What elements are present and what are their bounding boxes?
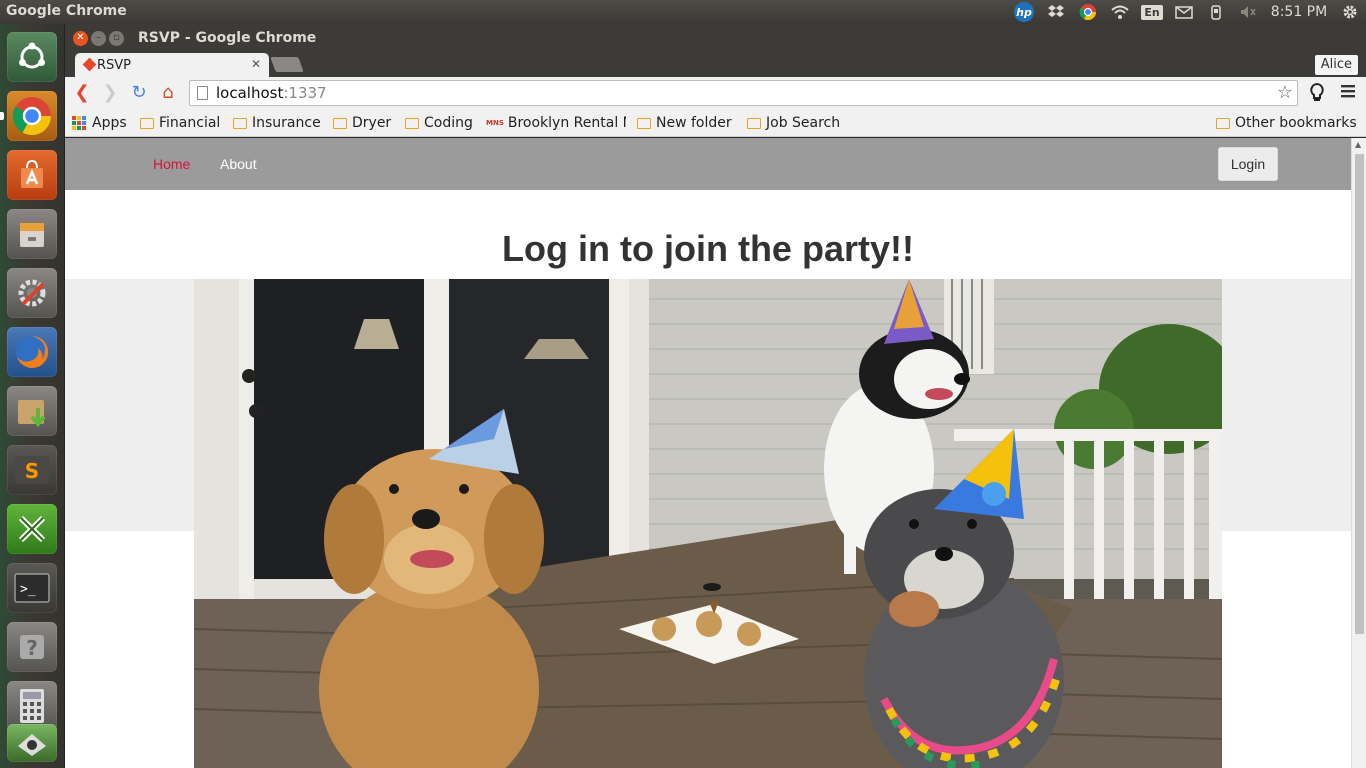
bookmark-financial[interactable]: Financial bbox=[140, 114, 220, 132]
sublime-glyph: S bbox=[25, 459, 39, 483]
help-glyph: ? bbox=[26, 636, 38, 660]
window-titlebar: ✕ – ▫ RSVP - Google Chrome bbox=[65, 24, 1366, 52]
nav-home-link[interactable]: Home bbox=[153, 156, 190, 172]
sublime-text-icon[interactable]: S bbox=[7, 445, 57, 495]
bookmark-job-search[interactable]: Job Search bbox=[747, 114, 840, 132]
mns-favicon: MNS bbox=[486, 119, 504, 127]
page-viewport: Home About Login Log in to join the part… bbox=[65, 138, 1351, 768]
tab-title: RSVP bbox=[97, 58, 132, 73]
bookmark-apps[interactable]: Apps bbox=[72, 114, 127, 132]
lightbulb-extension-icon[interactable] bbox=[1309, 82, 1325, 108]
party-dogs-photo bbox=[194, 279, 1222, 768]
folder-icon bbox=[1216, 117, 1230, 129]
chrome-window: ✕ – ▫ RSVP - Google Chrome RSVP ✕ Alice … bbox=[65, 24, 1366, 768]
window-title: RSVP - Google Chrome bbox=[138, 30, 317, 46]
workspace-switcher-icon[interactable] bbox=[7, 724, 57, 762]
wifi-icon[interactable] bbox=[1104, 0, 1136, 24]
apps-grid-icon bbox=[72, 116, 86, 130]
bookmark-dryer[interactable]: Dryer bbox=[333, 114, 391, 132]
bookmark-new-folder[interactable]: New folder bbox=[637, 114, 732, 132]
folder-icon bbox=[405, 117, 419, 129]
bookmarks-bar: Apps Financial Insurance Dryer Coding MN… bbox=[65, 109, 1366, 137]
bookmark-brooklyn-rental[interactable]: MNS Brooklyn Rental M bbox=[486, 114, 626, 132]
url-port: :1337 bbox=[283, 84, 327, 102]
mail-icon[interactable] bbox=[1168, 0, 1200, 24]
session-gear-icon[interactable] bbox=[1334, 0, 1366, 24]
favicon-icon bbox=[82, 57, 97, 72]
address-bar[interactable]: localhost:1337 ☆ bbox=[189, 80, 1298, 106]
keyboard-layout-indicator[interactable]: En bbox=[1136, 0, 1168, 24]
login-button[interactable]: Login bbox=[1218, 147, 1278, 181]
folder-icon bbox=[233, 117, 247, 129]
system-tray: hp En 8:51 PM bbox=[1008, 0, 1366, 24]
files-icon[interactable] bbox=[7, 209, 57, 259]
firefox-icon[interactable] bbox=[7, 327, 57, 377]
folder-icon bbox=[333, 117, 347, 129]
tab-rsvp[interactable]: RSVP ✕ bbox=[75, 53, 269, 78]
clock[interactable]: 8:51 PM bbox=[1264, 0, 1334, 24]
reload-button[interactable]: ↻ bbox=[128, 83, 150, 105]
volume-muted-icon[interactable] bbox=[1232, 0, 1264, 24]
forward-button[interactable]: ❯ bbox=[99, 83, 121, 105]
chrome-menu-icon[interactable] bbox=[1341, 83, 1355, 103]
top-panel: Google Chrome hp En 8:51 PM bbox=[0, 0, 1366, 24]
profile-button[interactable]: Alice bbox=[1314, 55, 1358, 75]
battery-icon[interactable] bbox=[1200, 0, 1232, 24]
bookmark-other[interactable]: Other bookmarks bbox=[1216, 114, 1357, 132]
home-button[interactable]: ⌂ bbox=[157, 83, 179, 105]
folder-icon bbox=[140, 117, 154, 129]
folder-icon bbox=[637, 117, 651, 129]
browser-toolbar: ❮ ❯ ↻ ⌂ localhost:1337 ☆ bbox=[65, 77, 1366, 109]
tab-strip: RSVP ✕ Alice bbox=[65, 52, 1366, 78]
software-center-icon[interactable] bbox=[7, 150, 57, 200]
archive-manager-icon[interactable] bbox=[7, 386, 57, 436]
system-settings-icon[interactable] bbox=[7, 268, 57, 318]
back-button[interactable]: ❮ bbox=[71, 83, 93, 105]
new-tab-button[interactable] bbox=[270, 57, 304, 72]
party-dogs-illustration bbox=[194, 279, 1222, 768]
window-maximize-button[interactable]: ▫ bbox=[109, 31, 124, 46]
terminal-icon[interactable]: >_ bbox=[7, 563, 57, 613]
page-scrollbar[interactable]: ▲ bbox=[1351, 138, 1366, 768]
url-host: localhost bbox=[216, 84, 284, 102]
chrome-running-indicator bbox=[0, 112, 4, 120]
page-headline: Log in to join the party!! bbox=[502, 228, 914, 269]
folder-icon bbox=[747, 117, 761, 129]
nav-about-link[interactable]: About bbox=[220, 156, 257, 172]
page-icon bbox=[197, 86, 208, 100]
xmind-icon[interactable] bbox=[7, 504, 57, 554]
active-app-name: Google Chrome bbox=[6, 3, 127, 19]
chrome-tray-icon[interactable] bbox=[1072, 0, 1104, 24]
unity-launcher: S >_ ? bbox=[0, 24, 65, 768]
window-minimize-button[interactable]: – bbox=[91, 31, 106, 46]
window-close-button[interactable]: ✕ bbox=[73, 31, 88, 46]
bookmark-star-icon[interactable]: ☆ bbox=[1277, 81, 1293, 105]
hp-icon[interactable]: hp bbox=[1008, 0, 1040, 24]
dropbox-icon[interactable] bbox=[1040, 0, 1072, 24]
bookmark-coding[interactable]: Coding bbox=[405, 114, 473, 132]
site-navbar: Home About Login bbox=[65, 138, 1351, 190]
tab-close-icon[interactable]: ✕ bbox=[251, 57, 261, 71]
dash-home-icon[interactable] bbox=[7, 32, 57, 82]
launcher-chrome-icon[interactable] bbox=[7, 91, 57, 141]
bookmark-insurance[interactable]: Insurance bbox=[233, 114, 321, 132]
scroll-up-arrow-icon[interactable]: ▲ bbox=[1355, 140, 1361, 149]
terminal-glyph: >_ bbox=[20, 582, 36, 597]
help-icon[interactable]: ? bbox=[7, 622, 57, 672]
scrollbar-thumb[interactable] bbox=[1355, 154, 1364, 634]
